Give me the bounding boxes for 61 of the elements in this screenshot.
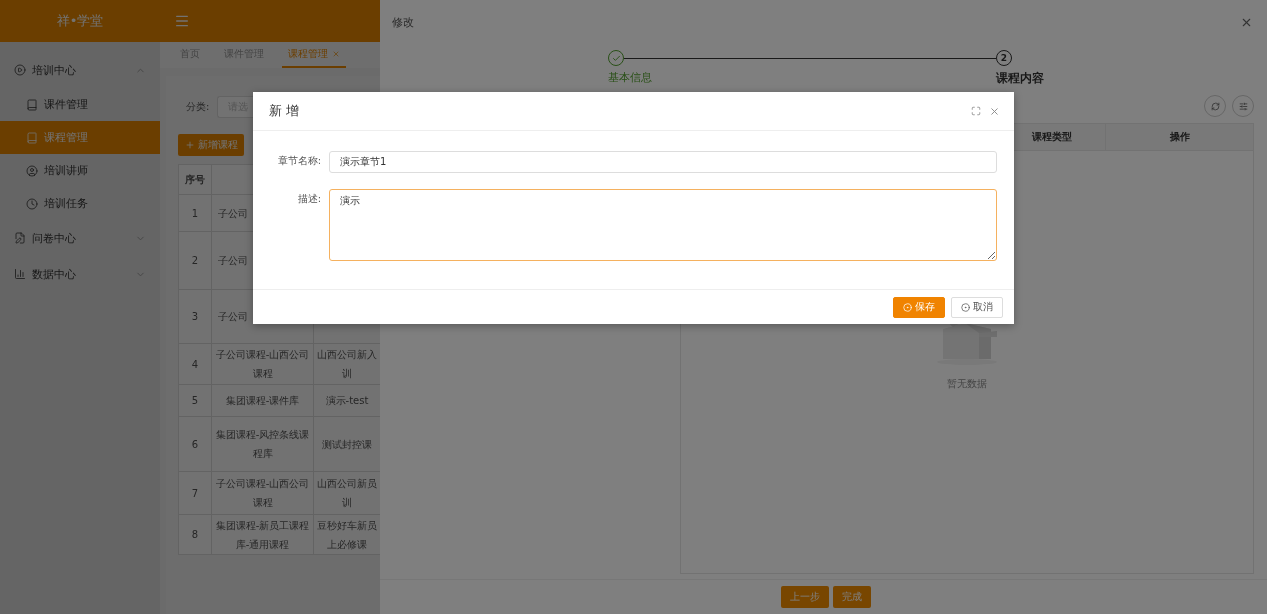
- save-button[interactable]: 保存: [893, 296, 945, 318]
- table-cell: 7: [179, 472, 212, 515]
- close-icon[interactable]: [989, 105, 1000, 117]
- table-cell: 集团课程-风控条线课程库: [212, 417, 314, 472]
- sidebar-group[interactable]: 培训中心: [0, 52, 160, 88]
- circle-icon: [903, 302, 912, 312]
- sidebar-item[interactable]: 培训讲师: [0, 154, 160, 187]
- document-edit-icon: [14, 232, 26, 244]
- close-icon[interactable]: [332, 50, 340, 58]
- page-tab[interactable]: 课程管理: [282, 42, 346, 68]
- fullscreen-icon[interactable]: [971, 106, 981, 116]
- cell-text: 训: [342, 367, 352, 381]
- bar-chart-icon: [14, 268, 26, 280]
- sidebar-item[interactable]: 课件管理: [0, 88, 160, 121]
- cell-text: 测试封控课: [322, 437, 372, 452]
- columns-button[interactable]: [1232, 95, 1254, 117]
- table-cell: 2: [179, 232, 212, 290]
- table-cell: 5: [179, 385, 212, 417]
- sidebar-item[interactable]: 课程管理: [0, 121, 160, 154]
- table-cell: 4: [179, 344, 212, 385]
- step-label: 基本信息: [608, 70, 653, 85]
- circle-icon: [961, 302, 970, 312]
- add-course-button[interactable]: 新增课程: [178, 134, 244, 156]
- table-cell: 6: [179, 417, 212, 472]
- clock-icon: [26, 197, 38, 210]
- table-cell: 子公司课程-山西公司课程: [212, 344, 314, 385]
- plus-icon: [184, 140, 195, 150]
- table-cell: 3: [179, 290, 212, 344]
- menu-icon[interactable]: [174, 13, 190, 29]
- finish-button[interactable]: 完成: [833, 586, 871, 608]
- sliders-icon: [1238, 101, 1248, 111]
- table-cell: 集团课程-课件库: [212, 385, 314, 417]
- refresh-icon: [1210, 101, 1220, 111]
- step-label: 课程内容: [996, 70, 1045, 87]
- cell-text: 训: [342, 496, 352, 510]
- cell-text: 山西公司新入: [317, 348, 377, 362]
- description-field[interactable]: 演示: [329, 189, 997, 261]
- refresh-button[interactable]: [1204, 95, 1226, 117]
- previous-step-button[interactable]: 上一步: [781, 586, 829, 608]
- cell-text: 山西公司新员: [317, 477, 377, 491]
- cancel-button[interactable]: 取消: [951, 296, 1003, 318]
- table-cell: 8: [179, 515, 212, 555]
- book-icon: [26, 131, 38, 144]
- cell-text: 豆秒好车新员: [317, 518, 377, 533]
- user-icon: [26, 164, 38, 177]
- drawer-title: 修改: [392, 14, 414, 30]
- sidebar-item[interactable]: 培训任务: [0, 187, 160, 220]
- field-label: 章节名称:: [276, 154, 321, 168]
- sidebar-group[interactable]: 问卷中心: [0, 220, 160, 256]
- chapter-name-field[interactable]: 演示章节1: [329, 151, 997, 173]
- dialog-title: 新 增: [269, 102, 301, 120]
- table-cell: 子公司课程-山西公司课程: [212, 472, 314, 515]
- table-header: 序号: [179, 165, 212, 195]
- sidebar-group[interactable]: 数据中心: [0, 256, 160, 292]
- book-icon: [26, 98, 38, 111]
- table-cell: 1: [179, 195, 212, 232]
- app-logo: 祥•学堂: [0, 0, 160, 42]
- cell-text: 演示-test: [325, 394, 369, 408]
- play-icon: [14, 64, 26, 76]
- table-cell: 集团课程-新员工课程库-通用课程: [212, 515, 314, 555]
- column-header: 操作: [1105, 124, 1253, 150]
